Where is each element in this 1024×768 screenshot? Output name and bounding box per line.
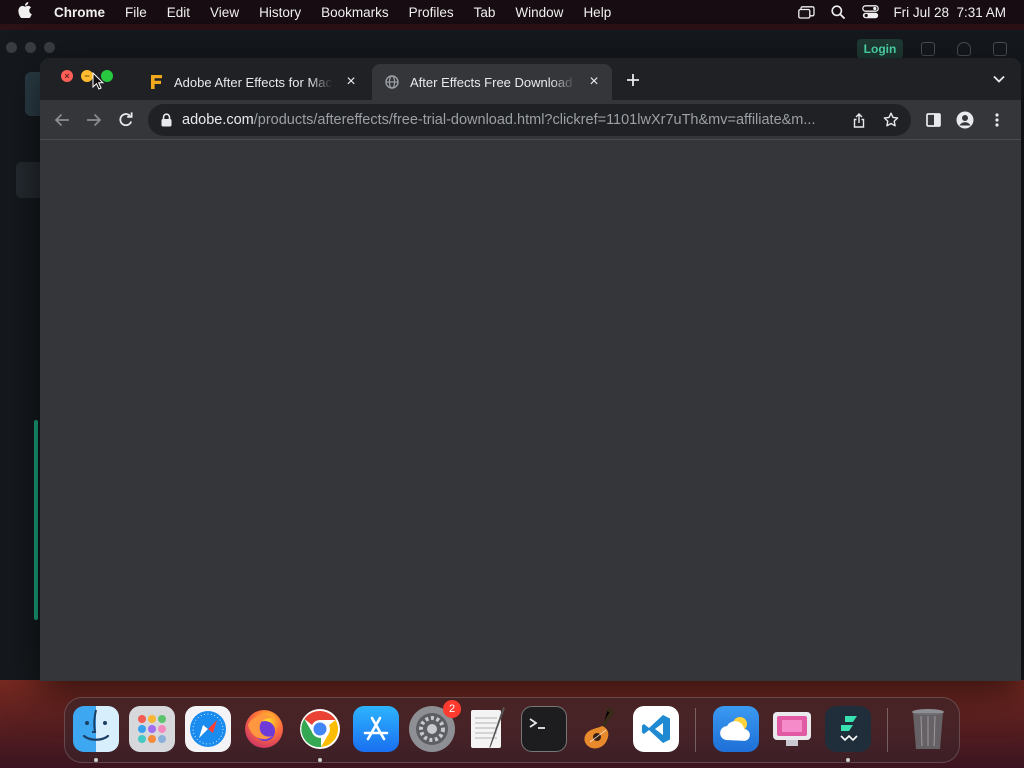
window-close-button[interactable]: ×: [61, 70, 73, 82]
finder-icon[interactable]: [73, 706, 119, 752]
tab-title: Adobe After Effects for Mac Version: [174, 74, 333, 90]
tab-search-chevron-down-icon[interactable]: [991, 71, 1007, 87]
garageband-icon[interactable]: [577, 706, 623, 752]
tab-strip: × − Adobe After Effects for Mac Version …: [40, 58, 1021, 100]
background-sidebar-item: [16, 162, 40, 198]
tab-after-effects-free-download[interactable]: After Effects Free Download & Install ×: [372, 64, 612, 100]
tab-adobe-after-effects-mac[interactable]: Adobe After Effects for Mac Version ×: [136, 64, 369, 100]
new-tab-button[interactable]: [622, 69, 644, 91]
menu-history[interactable]: History: [259, 5, 301, 20]
terminal-icon[interactable]: [521, 706, 567, 752]
bookmark-star-icon[interactable]: [875, 104, 907, 136]
lock-icon[interactable]: [160, 113, 172, 127]
textedit-icon[interactable]: [465, 706, 511, 752]
tab-close-icon[interactable]: ×: [584, 72, 604, 92]
safari-icon[interactable]: [185, 706, 231, 752]
trash-icon[interactable]: [905, 706, 951, 752]
address-bar[interactable]: adobe.com/products/aftereffects/free-tri…: [148, 104, 911, 136]
url-host: adobe.com: [182, 112, 254, 128]
menu-tab[interactable]: Tab: [474, 5, 496, 20]
f-logo-icon: [148, 74, 164, 90]
settings-icon[interactable]: 2: [409, 700, 461, 752]
vscode-icon[interactable]: [633, 706, 679, 752]
kebab-menu-icon[interactable]: [985, 108, 1009, 132]
filmora-icon[interactable]: [825, 706, 871, 752]
url-text[interactable]: adobe.com/products/aftereffects/free-tri…: [182, 112, 843, 128]
back-arrow-icon[interactable]: [50, 108, 74, 132]
menu-bar-clock[interactable]: Fri Jul 28 7:31 AM: [893, 5, 1006, 20]
menu-profiles[interactable]: Profiles: [409, 5, 454, 20]
menu-view[interactable]: View: [210, 5, 239, 20]
dock-separator: [887, 708, 888, 752]
forward-arrow-icon[interactable]: [82, 108, 106, 132]
browser-toolbar: adobe.com/products/aftereffects/free-tri…: [40, 100, 1021, 140]
menu-file[interactable]: File: [125, 5, 147, 20]
globe-icon: [384, 74, 400, 90]
grid-icon: [993, 42, 1007, 56]
window-controls: × −: [61, 70, 113, 82]
chrome-window: × − Adobe After Effects for Mac Version …: [40, 58, 1021, 681]
menu-edit[interactable]: Edit: [167, 5, 190, 20]
app-store-icon[interactable]: [353, 706, 399, 752]
menu-bar: Chrome File Edit View History Bookmarks …: [0, 0, 1024, 24]
background-login-button[interactable]: Login: [857, 39, 903, 59]
background-toolbar-icon: [921, 42, 935, 56]
page-content-area[interactable]: [40, 140, 1021, 681]
menu-app-name[interactable]: Chrome: [54, 5, 105, 20]
running-indicator: [846, 758, 850, 762]
dock-separator: [695, 708, 696, 752]
control-center-icon[interactable]: [861, 5, 879, 19]
screen-mirroring-icon[interactable]: [797, 5, 815, 19]
menu-help[interactable]: Help: [583, 5, 611, 20]
chrome-icon[interactable]: [297, 706, 343, 752]
running-indicator: [94, 758, 98, 762]
reload-icon[interactable]: [114, 108, 138, 132]
tab-title: After Effects Free Download & Install: [410, 74, 576, 90]
share-icon[interactable]: [843, 104, 875, 136]
menu-bookmarks[interactable]: Bookmarks: [321, 5, 389, 20]
background-accent-bar: [34, 420, 38, 620]
dock: 2: [64, 697, 960, 763]
running-indicator: [318, 758, 322, 762]
launchpad-icon[interactable]: [129, 706, 175, 752]
notification-badge: 2: [443, 700, 461, 718]
cleanmymac-icon[interactable]: [769, 706, 815, 752]
background-sidebar-item: [25, 72, 40, 116]
tab-close-icon[interactable]: ×: [341, 72, 361, 92]
apple-menu-icon[interactable]: [18, 1, 40, 23]
background-window-controls: [6, 42, 55, 53]
side-panel-icon[interactable]: [921, 108, 945, 132]
spotlight-search-icon[interactable]: [829, 5, 847, 19]
headset-icon: [957, 42, 971, 56]
menu-window[interactable]: Window: [515, 5, 563, 20]
firefox-icon[interactable]: [241, 706, 287, 752]
url-path: /products/aftereffects/free-trial-downlo…: [253, 112, 816, 128]
weather-icon[interactable]: [713, 706, 759, 752]
profile-avatar-icon[interactable]: [953, 108, 977, 132]
mouse-cursor-icon: [92, 72, 104, 90]
